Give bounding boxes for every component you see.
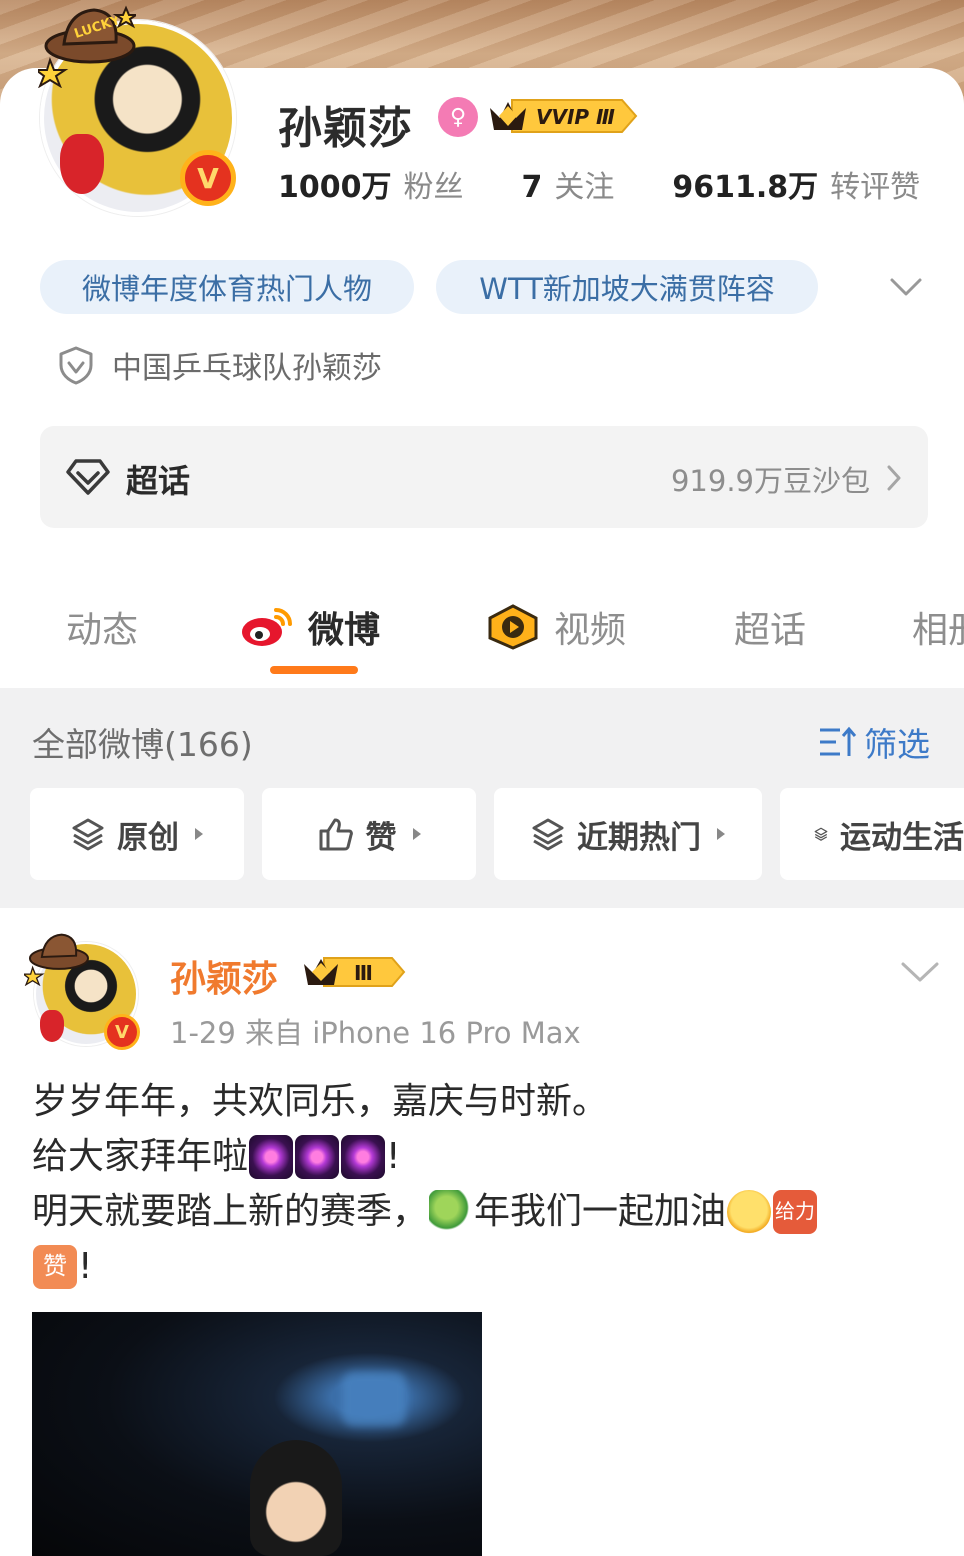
profile-tag-annual-figure[interactable]: 微博年度体育热门人物	[40, 260, 414, 314]
tab-video-label: 视频	[554, 610, 627, 651]
chevron-right-icon	[887, 465, 901, 491]
weibo-count-label: 全部微博(166)	[32, 725, 253, 764]
supertopic-count: 919.9万豆沙包	[670, 464, 870, 498]
post-line-4-end: !	[78, 1246, 93, 1287]
stat-interactions[interactable]: 9611.8万 转评赞	[672, 162, 920, 206]
photo-bokeh-light	[342, 1372, 406, 1426]
chip-recent-hot[interactable]: 近期热门	[494, 788, 762, 880]
diamond-icon	[66, 459, 110, 495]
tab-supertopic[interactable]: 超话	[734, 596, 806, 658]
chip-likes-label: 赞	[365, 819, 397, 856]
post-line: 赞 !	[32, 1239, 912, 1294]
post-line: 岁岁年年，共欢同乐，嘉庆与时新。	[32, 1074, 912, 1129]
chip-sports-life-label: 运动生活	[840, 819, 964, 856]
vvip-badge-text: VVIP Ⅲ	[536, 105, 615, 129]
video-play-icon	[488, 604, 538, 650]
interactions-count: 9611.8万	[672, 170, 819, 205]
supertopic-entry[interactable]: 超话 919.9万豆沙包	[40, 426, 928, 528]
expand-chevron-down-icon[interactable]	[888, 270, 924, 302]
chip-sports-life[interactable]: 运动生活	[780, 788, 964, 880]
chip-recent-hot-label: 近期热门	[577, 819, 701, 856]
tab-weibo-label: 微博	[308, 610, 381, 651]
tab-video[interactable]: 视频	[486, 596, 626, 658]
weibo-logo-icon	[242, 608, 292, 646]
post-line-1: 岁岁年年，共欢同乐，嘉庆与时新。	[32, 1081, 609, 1122]
firework-emoji-icon	[249, 1134, 294, 1179]
post-vip-badge-icon[interactable]: Ⅲ	[302, 954, 406, 990]
post-line-3: 明天就要踏上新的赛季，	[32, 1191, 429, 1232]
post-image[interactable]	[32, 1312, 482, 1556]
shield-icon	[59, 346, 93, 385]
followers-count: 1000万	[278, 170, 392, 205]
snake-emoji-icon	[429, 1189, 474, 1234]
thumbs-up-icon	[319, 818, 353, 851]
chip-original-label: 原创	[117, 819, 179, 856]
post-line: 明天就要踏上新的赛季， 年我们一起加油 给力	[32, 1184, 912, 1239]
tab-album-clip: 相册	[912, 596, 964, 658]
chip-likes[interactable]: 赞	[262, 788, 476, 880]
avatar-pin-decoration	[40, 1010, 64, 1042]
layers-icon	[532, 818, 564, 851]
lucky-hat-pendant-icon	[24, 933, 89, 986]
photo-person	[250, 1440, 342, 1556]
firework-emoji-icon	[295, 1134, 340, 1179]
vvip-badge-icon[interactable]: VVIP Ⅲ	[488, 96, 638, 136]
followers-label: 粉丝	[403, 170, 464, 205]
supertopic-label: 超话	[126, 462, 191, 500]
interactions-label: 转评赞	[830, 170, 921, 205]
profile-username: 孙颖莎	[278, 103, 413, 154]
profile-tab-bar	[0, 596, 964, 686]
filter-label: 筛选	[864, 725, 930, 764]
post-line-2: 给大家拜年啦	[32, 1136, 249, 1177]
filter-button[interactable]: 筛选	[818, 718, 930, 766]
post-meta: 1-29 来自 iPhone 16 Pro Max	[170, 1016, 581, 1050]
post-menu-chevron-down-icon[interactable]	[900, 958, 940, 986]
layers-icon	[72, 818, 104, 851]
post-line: 给大家拜年啦 !	[32, 1129, 912, 1184]
lucky-hat-pendant-icon: LUCKY	[38, 5, 136, 88]
cheer-emoji-icon	[727, 1189, 772, 1234]
filter-sort-icon	[820, 726, 857, 756]
post-vip-text: Ⅲ	[354, 961, 373, 985]
chip-triangle-icon	[195, 828, 203, 840]
go-for-it-emoji-icon: 给力	[773, 1189, 818, 1234]
verified-badge-icon: V	[180, 150, 236, 206]
layers-icon	[814, 827, 828, 841]
tab-dynamics-label: 动态	[66, 610, 139, 651]
profile-stats: 1000万 粉丝 7 关注 9611.8万 转评赞	[278, 162, 920, 205]
chip-triangle-icon	[412, 828, 421, 840]
firework-emoji-icon	[341, 1134, 386, 1179]
chip-original[interactable]: 原创	[30, 788, 244, 880]
post-verified-badge-icon: V	[104, 1014, 140, 1050]
certification-text: 中国乒乓球队孙颖莎	[112, 351, 382, 386]
post-author-name[interactable]: 孙颖莎	[170, 950, 278, 1002]
following-count: 7	[521, 170, 543, 205]
tab-supertopic-label: 超话	[734, 610, 807, 651]
zan-emoji-icon: 赞	[33, 1244, 77, 1289]
certification-row: 中国乒乓球队孙颖莎	[58, 342, 382, 388]
post-line-2-end: !	[386, 1136, 401, 1177]
chip-triangle-icon	[717, 828, 725, 840]
tab-album[interactable]: 相册	[912, 596, 964, 658]
profile-tag-wtt-singapore[interactable]: WTT新加坡大满贯阵容	[436, 260, 818, 314]
following-label: 关注	[554, 170, 615, 205]
tab-dynamics[interactable]: 动态	[66, 596, 138, 658]
tab-weibo[interactable]: 微博	[240, 596, 380, 658]
post-body[interactable]: 岁岁年年，共欢同乐，嘉庆与时新。 给大家拜年啦 ! 明天就要踏上新的赛季， 年我…	[32, 1074, 912, 1294]
post-line-3-mid: 年我们一起加油	[474, 1191, 727, 1232]
stat-following[interactable]: 7 关注	[522, 162, 615, 206]
avatar-pin-decoration	[60, 134, 104, 194]
tab-album-label: 相册	[912, 610, 964, 651]
female-gender-icon: ♀	[438, 97, 478, 137]
active-tab-indicator	[270, 666, 358, 674]
stat-followers[interactable]: 1000万 粉丝	[278, 162, 464, 206]
